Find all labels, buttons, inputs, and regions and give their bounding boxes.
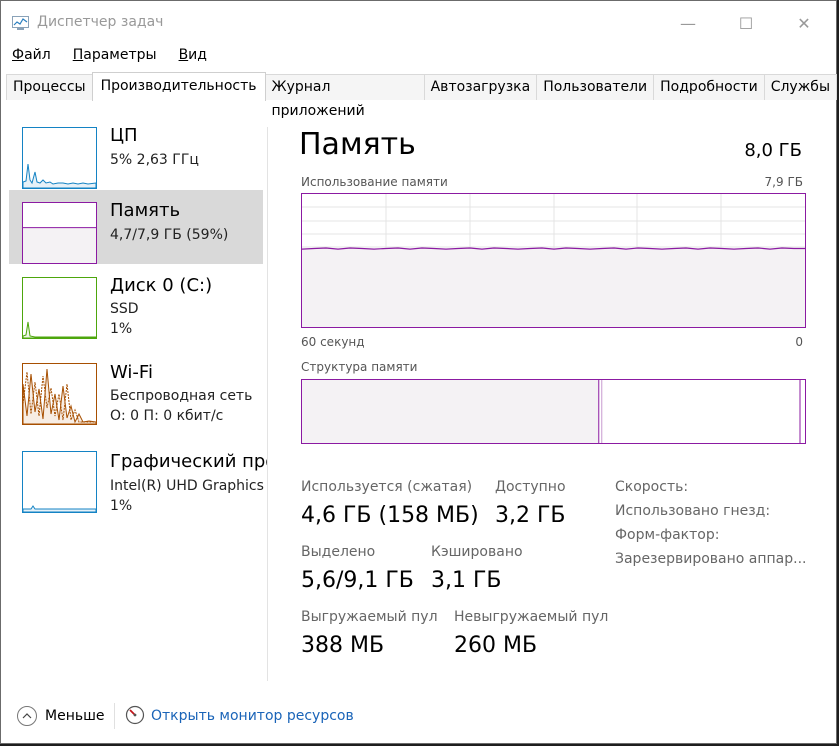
tab-processes[interactable]: Процессы [6,74,93,100]
usage-graph-max: 7,9 ГБ [764,175,803,189]
menu-bar: Файл Параметры Вид [1,43,218,67]
disk-mini-graph [22,277,97,339]
gpu-sparkline [23,505,96,512]
maximize-icon: ☐ [738,13,754,33]
slots-used-label: Использовано гнезд: [615,503,771,519]
memory-mini-graph [22,202,97,264]
wifi-type: Беспроводная сеть [110,388,253,404]
sidebar-item-wifi[interactable]: Wi-Fi Беспроводная сеть О: 0 П: 0 кбит/с [9,351,263,425]
fewer-details-link[interactable]: Меньше [45,708,105,724]
cached-label: Кэшировано [431,544,523,560]
wifi-mini-graph [22,363,97,425]
total-memory: 8,0 ГБ [744,140,802,161]
minimize-button[interactable]: — [665,7,711,39]
gpu-usage: 1% [110,498,133,514]
bottom-bar: Меньше Открыть монитор ресурсов [1,691,836,741]
window-title: Диспетчер задач [37,14,164,30]
nonpaged-pool-label: Невыгружаемый пул [454,609,609,625]
gpu-mini-graph [22,451,97,513]
axis-label-left: 60 секунд [301,335,365,349]
resource-monitor-icon [125,705,145,725]
menu-view[interactable]: Вид [168,43,218,67]
title-bar: Диспетчер задач — ☐ ✕ [1,1,836,41]
paged-pool-label: Выгружаемый пул [301,609,438,625]
available-value: 3,2 ГБ [495,503,566,528]
usage-graph-label: Использование памяти [301,175,448,189]
performance-sidebar: ЦП 5% 2,63 ГГц Память 4,7/7,9 ГБ (59%) Д… [9,115,267,683]
close-icon: ✕ [797,13,811,33]
disk-type: SSD [110,301,139,317]
nonpaged-pool-value: 260 МБ [454,633,538,658]
wifi-sparkline [23,368,96,424]
sidebar-item-gpu[interactable]: Графический процессор 0 Intel(R) UHD Gra… [9,439,267,514]
memory-usage-plot [301,194,805,327]
sidebar-divider [267,127,268,681]
sidebar-item-memory[interactable]: Память 4,7/7,9 ГБ (59%) [9,190,263,264]
memory-name: Память [110,200,181,221]
tab-app-history[interactable]: Журнал приложений [264,74,425,119]
gpu-name: Графический процессор 0 [110,451,267,472]
form-factor-label: Форм-фактор: [615,527,720,543]
axis-label-right: 0 [795,335,803,349]
open-resource-monitor-link[interactable]: Открыть монитор ресурсов [151,708,354,724]
memory-structure-graph [301,379,806,444]
gpu-model: Intel(R) UHD Graphics 620 [110,478,267,494]
in-use-label: Используется (сжатая) [301,479,473,495]
sidebar-item-disk[interactable]: Диск 0 (C:) SSD 1% [9,265,263,339]
tab-performance[interactable]: Производительность [91,72,266,101]
tab-users[interactable]: Пользователи [536,74,655,100]
sidebar-item-cpu[interactable]: ЦП 5% 2,63 ГГц [9,115,263,189]
tab-details[interactable]: Подробности [653,74,765,100]
close-button[interactable]: ✕ [781,7,827,39]
wifi-throughput: О: 0 П: 0 кбит/с [110,408,224,424]
hardware-reserved-label: Зарезервировано аппар... [615,551,807,567]
memory-usage-graph [301,193,806,328]
committed-label: Выделено [301,544,376,560]
in-use-value: 4,6 ГБ (158 МБ) [301,503,479,528]
memory-usage: 4,7/7,9 ГБ (59%) [110,227,229,243]
tab-startup[interactable]: Автозагрузка [423,74,538,100]
memory-mini-fill [23,227,96,263]
menu-options[interactable]: Параметры [62,43,168,67]
paged-pool-value: 388 МБ [301,633,385,658]
structure-graph-label: Структура памяти [301,360,418,374]
task-manager-icon [12,16,29,30]
wifi-name: Wi-Fi [110,362,153,383]
speed-label: Скорость: [615,479,689,495]
cpu-name: ЦП [110,125,138,146]
minimize-icon: — [680,13,696,33]
cpu-sparkline [23,163,96,188]
disk-usage: 1% [110,321,133,337]
bottom-divider [114,703,115,729]
disk-sparkline [23,321,96,338]
disk-name: Диск 0 (C:) [110,275,213,296]
fewer-details-button[interactable] [17,706,37,726]
cpu-usage: 5% 2,63 ГГц [110,152,199,168]
tab-services[interactable]: Службы [763,74,837,100]
available-label: Доступно [495,479,566,495]
page-title: Память [299,127,416,162]
task-manager-window: Диспетчер задач — ☐ ✕ Файл Параметры Вид… [0,0,837,744]
cpu-mini-graph [22,127,97,189]
committed-value: 5,6/9,1 ГБ [301,568,414,593]
chevron-up-icon [22,713,32,719]
cached-value: 3,1 ГБ [431,568,502,593]
menu-file[interactable]: Файл [1,43,62,67]
maximize-button[interactable]: ☐ [723,7,769,39]
memory-structure-bar [302,380,801,443]
tab-bar: Процессы Производительность Журнал прило… [6,72,837,119]
